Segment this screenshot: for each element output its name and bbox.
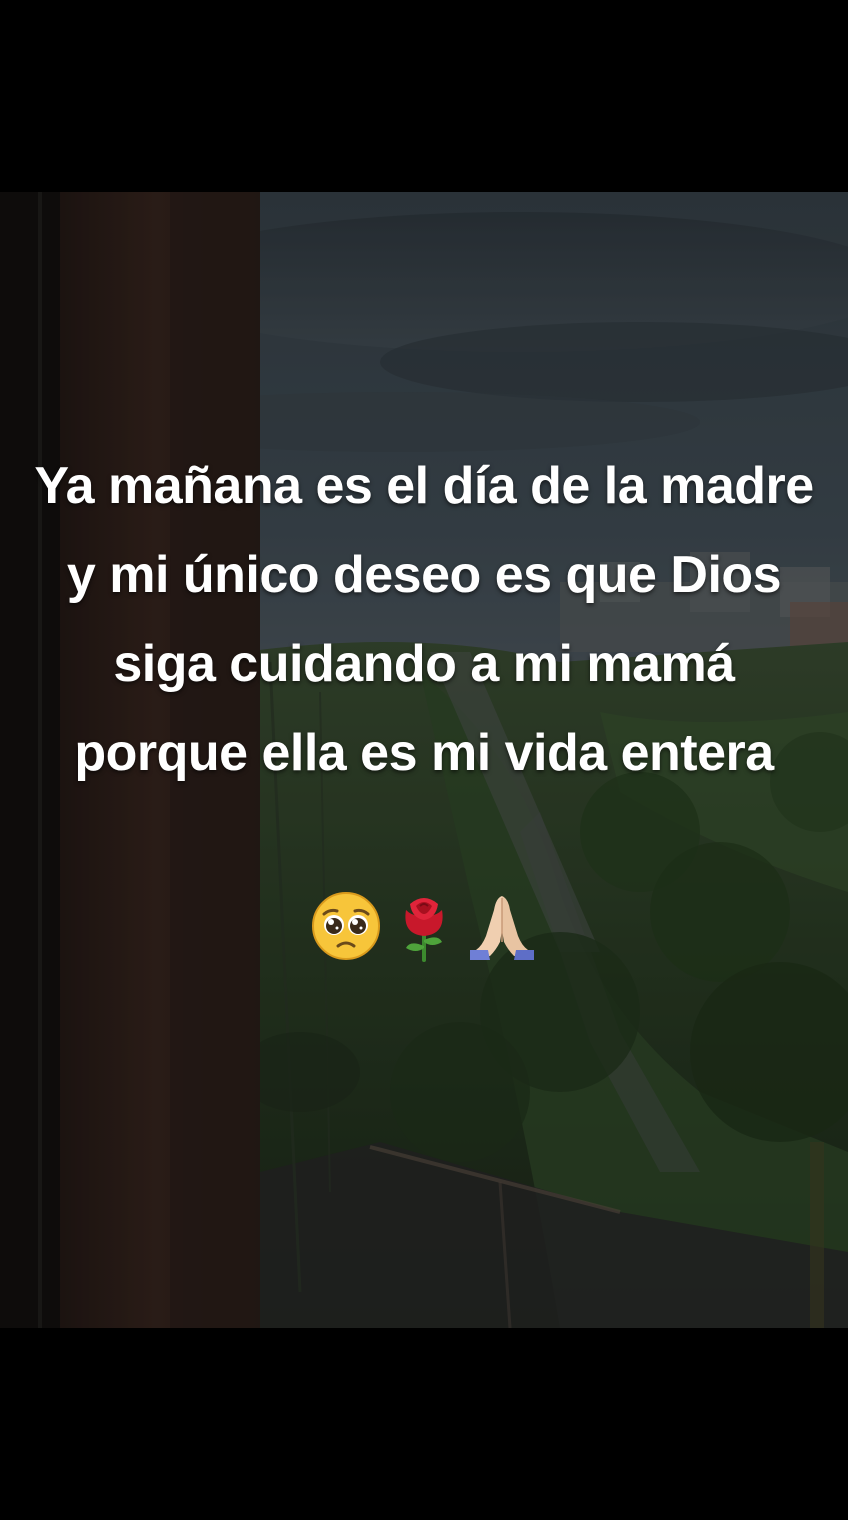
rose-icon bbox=[405, 898, 443, 962]
letterbox-top bbox=[0, 0, 848, 192]
emoji-row bbox=[0, 888, 848, 964]
pleading-face-icon bbox=[312, 892, 380, 960]
folded-hands-icon bbox=[470, 896, 534, 960]
letterbox-bottom bbox=[0, 1328, 848, 1520]
caption-text: Ya mañana es el día de la madre y mi úni… bbox=[34, 457, 814, 782]
